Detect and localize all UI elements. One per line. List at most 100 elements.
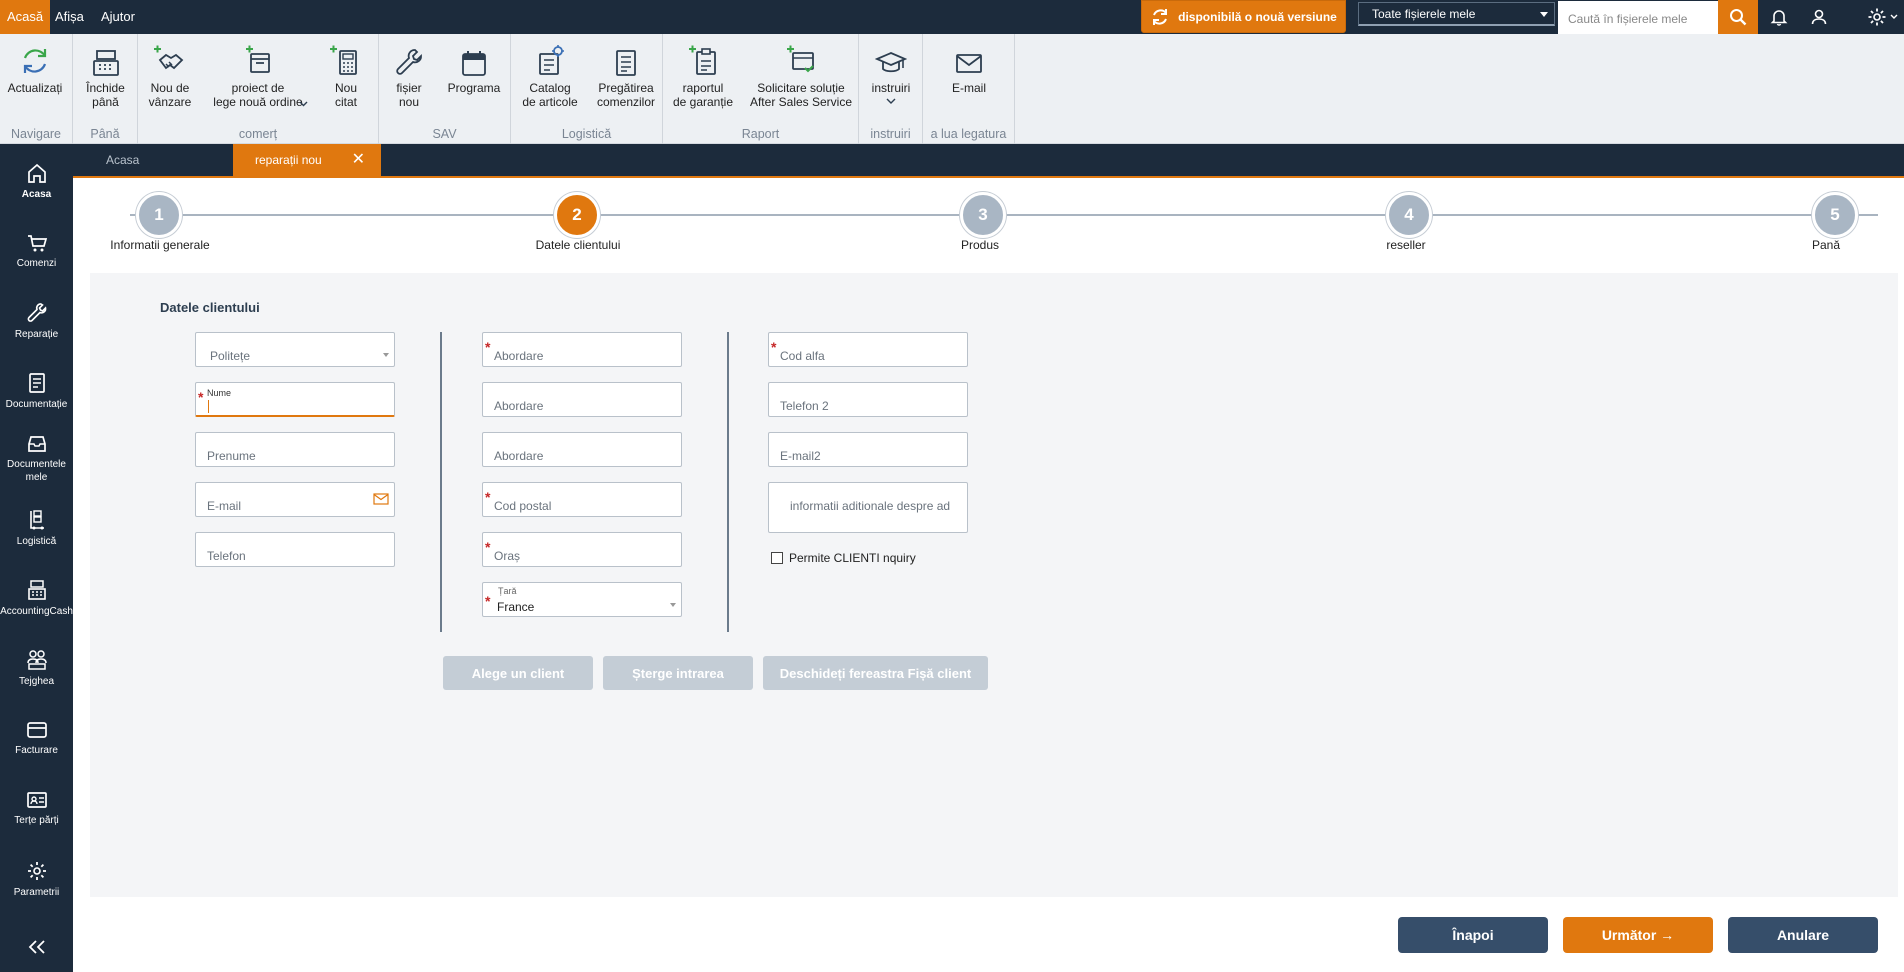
cancel-button[interactable]: Anulare: [1728, 917, 1878, 953]
cart-icon: [26, 233, 48, 253]
address-field-1[interactable]: * Abordare: [482, 332, 682, 367]
email-button[interactable]: E-mail: [923, 42, 1015, 95]
email2-field[interactable]: E-mail2: [768, 432, 968, 467]
menu-ajutor[interactable]: Ajutor: [94, 0, 142, 34]
chevron-down-icon: [299, 101, 308, 107]
additional-info-placeholder: informatii aditionale despre ad: [790, 499, 951, 513]
group-label-navigare: Navigare: [10, 127, 62, 141]
city-placeholder: Oraș: [494, 549, 521, 563]
country-select[interactable]: * Țară France: [482, 582, 682, 617]
address-placeholder: Abordare: [494, 349, 544, 363]
address-field-3[interactable]: Abordare: [482, 432, 682, 467]
additional-info-textarea[interactable]: informatii aditionale despre ad: [768, 482, 968, 533]
calendar-icon: [459, 42, 489, 78]
sidebar-label: Reparație: [14, 329, 59, 340]
ribbon-group-pana: Închide până Până: [73, 34, 138, 144]
required-marker: *: [198, 389, 204, 405]
open-client-sheet-button[interactable]: Deschideți fereastra Fișă client: [763, 656, 988, 690]
required-marker: *: [485, 339, 491, 355]
settings-button[interactable]: [1860, 0, 1904, 34]
ribbon-group-sav: fișier nou Programa SAV: [379, 34, 511, 144]
refresh-button[interactable]: Actualizați: [0, 42, 70, 95]
allow-inquiry-checkbox[interactable]: Permite CLIENTI nquiry: [771, 551, 916, 565]
step-5[interactable]: 5: [1812, 192, 1858, 238]
phone-placeholder: Telefon: [207, 549, 246, 563]
warranty-report-label: raportul de garanție: [672, 81, 734, 109]
sidebar-item-documentele-mele[interactable]: Documentele mele: [0, 434, 73, 484]
ribbon-group-comert: Nou de vânzare proiect de lege nouă ordi…: [138, 34, 379, 144]
required-marker: *: [485, 539, 491, 555]
sidebar-item-facturare[interactable]: Facturare: [0, 720, 73, 757]
required-marker: *: [771, 339, 777, 355]
service-request-button[interactable]: Solicitare soluție After Sales Service: [743, 42, 859, 109]
postal-code-placeholder: Cod postal: [494, 499, 552, 513]
politeness-select[interactable]: Politețe: [195, 332, 395, 367]
ribbon-group-raport: raportul de garanție Solicitare soluție …: [663, 34, 859, 144]
city-field[interactable]: * Oraș: [482, 532, 682, 567]
sidebar-label: Parametrii: [13, 887, 60, 898]
catalog-button[interactable]: Catalog de articole: [511, 42, 589, 109]
next-button[interactable]: Următor →: [1563, 917, 1713, 953]
calculator-icon: [328, 42, 364, 78]
schedule-label: Programa: [447, 81, 501, 95]
search-input[interactable]: Caută în fișierele mele: [1558, 1, 1718, 34]
user-button[interactable]: [1801, 0, 1837, 34]
close-till-button[interactable]: Închide până: [73, 42, 138, 109]
collapse-sidebar-button[interactable]: [0, 940, 73, 954]
tab-reparatii-nou[interactable]: reparații nou ✕: [233, 144, 381, 176]
postal-code-field[interactable]: * Cod postal: [482, 482, 682, 517]
chevron-down-icon: [670, 603, 676, 607]
catalog-label: Catalog de articole: [522, 81, 578, 109]
phone2-field[interactable]: Telefon 2: [768, 382, 968, 417]
choose-client-button[interactable]: Alege un client: [443, 656, 593, 690]
sidebar-item-tejghea[interactable]: Tejghea: [0, 649, 73, 688]
address-field-2[interactable]: Abordare: [482, 382, 682, 417]
sidebar-item-parametrii[interactable]: Parametrii: [0, 860, 73, 899]
clear-entry-button[interactable]: Șterge intrarea: [603, 656, 753, 690]
update-available-button[interactable]: disponibilă o nouă versiune: [1141, 0, 1346, 33]
sidebar-item-documentatie[interactable]: Documentație: [0, 372, 73, 411]
menu-acasa[interactable]: Acasă: [0, 0, 51, 34]
sidebar-item-accountingcash[interactable]: AccountingCash: [0, 579, 73, 618]
close-icon[interactable]: ✕: [352, 144, 365, 176]
group-label-pana: Până: [90, 127, 120, 141]
checkbox-label: Permite CLIENTI nquiry: [789, 551, 916, 565]
search-button[interactable]: [1718, 0, 1758, 34]
schedule-button[interactable]: Programa: [441, 42, 507, 95]
step-3[interactable]: 3: [960, 192, 1006, 238]
new-file-button[interactable]: fișier nou: [383, 42, 435, 109]
new-quote-label: Nou citat: [334, 81, 357, 109]
trainings-label: instruiri: [871, 81, 911, 95]
text-cursor: [208, 400, 209, 413]
sidebar-item-comenzi[interactable]: Comenzi: [0, 233, 73, 270]
trainings-button[interactable]: instruiri: [859, 42, 923, 104]
menu-afisa[interactable]: Afișa: [48, 0, 91, 34]
sidebar-label: Terțe părți: [14, 815, 59, 826]
email-field[interactable]: E-mail: [195, 482, 395, 517]
new-sale-button[interactable]: Nou de vânzare: [140, 42, 200, 109]
new-order-button[interactable]: proiect de lege nouă ordine: [202, 42, 314, 109]
card-icon: [26, 720, 48, 740]
checkbox-box[interactable]: [771, 552, 783, 564]
step-2[interactable]: 2: [554, 192, 600, 238]
phone-field[interactable]: Telefon: [195, 532, 395, 567]
sidebar-item-logistica[interactable]: Logistică: [0, 509, 73, 548]
file-scope-select[interactable]: Toate fișierele mele: [1358, 2, 1555, 26]
warranty-report-button[interactable]: raportul de garanție: [663, 42, 743, 109]
sidebar-item-acasa[interactable]: Acasa: [0, 162, 73, 201]
name-field[interactable]: * Nume: [195, 382, 395, 417]
first-name-placeholder: Prenume: [207, 449, 256, 463]
alpha-code-field[interactable]: * Cod alfa: [768, 332, 968, 367]
tab-acasa[interactable]: Acasa: [73, 144, 233, 176]
group-label-contact: a lua legatura: [930, 127, 1007, 141]
sidebar-item-reparatie[interactable]: Reparație: [0, 302, 73, 341]
notifications-button[interactable]: [1761, 0, 1797, 34]
step-4[interactable]: 4: [1386, 192, 1432, 238]
refresh-icon: [1150, 7, 1170, 27]
order-prep-button[interactable]: Pregătirea comenzilor: [589, 42, 663, 109]
first-name-field[interactable]: Prenume: [195, 432, 395, 467]
sidebar-item-terte-parti[interactable]: Terțe părți: [0, 790, 73, 827]
new-quote-button[interactable]: Nou citat: [316, 42, 376, 109]
back-button[interactable]: Înapoi: [1398, 917, 1548, 953]
step-1[interactable]: 1: [136, 192, 182, 238]
